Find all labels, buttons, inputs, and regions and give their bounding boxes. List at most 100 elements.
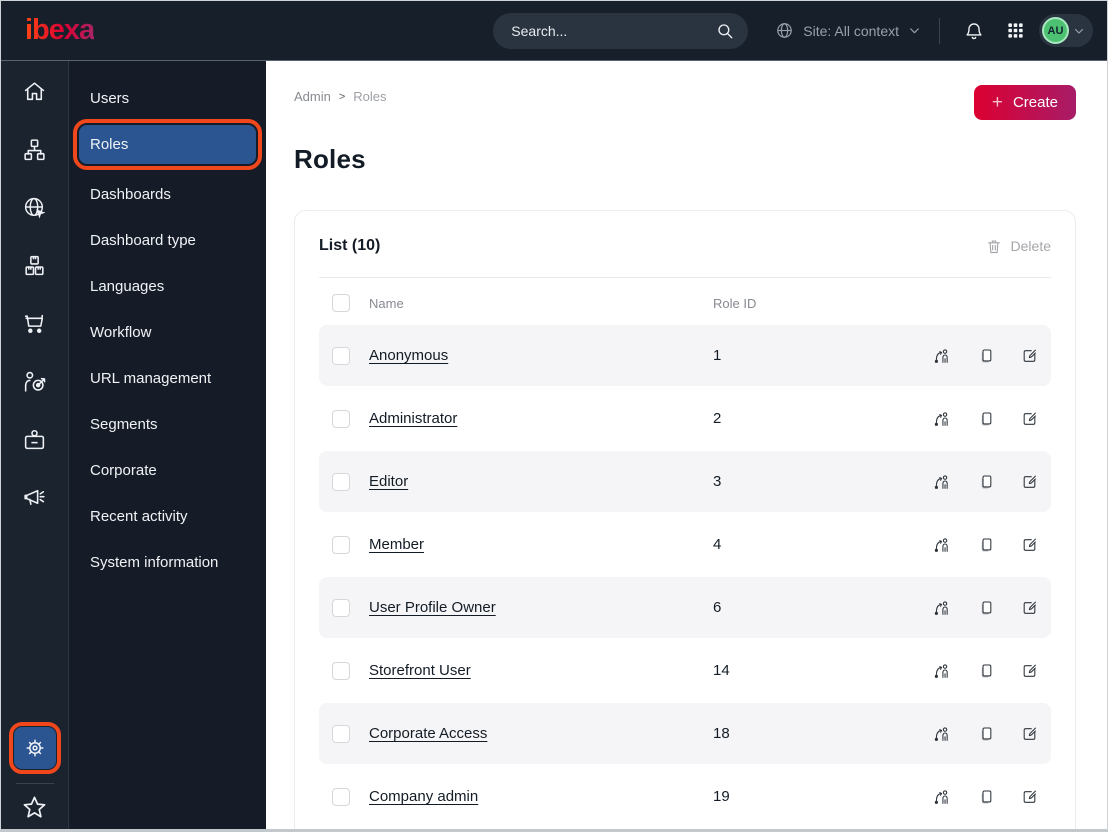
- sidebar-item-system-information[interactable]: System information: [79, 543, 256, 582]
- chevron-down-icon: [1073, 25, 1085, 37]
- sidebar-item-recent-activity[interactable]: Recent activity: [79, 497, 256, 536]
- breadcrumb: Admin > Roles: [294, 85, 387, 104]
- content-tree-icon[interactable]: [22, 137, 47, 162]
- role-name-link[interactable]: User Profile Owner: [369, 599, 694, 616]
- breadcrumb-admin[interactable]: Admin: [294, 89, 331, 104]
- table-row: Administrator 2: [319, 388, 1051, 449]
- home-icon[interactable]: [22, 79, 47, 104]
- edit-icon[interactable]: [1021, 788, 1038, 806]
- assign-user-icon[interactable]: [933, 599, 950, 617]
- copy-icon[interactable]: [977, 347, 994, 365]
- role-name-link[interactable]: Company admin: [369, 788, 694, 805]
- role-name-link[interactable]: Editor: [369, 473, 694, 490]
- bookmarks-star-icon[interactable]: [21, 794, 48, 821]
- role-id-cell: 6: [713, 599, 722, 616]
- edit-icon[interactable]: [1021, 410, 1038, 428]
- ibexa-logo[interactable]: ibexa: [25, 14, 95, 47]
- role-name-link[interactable]: Corporate Access: [369, 725, 694, 742]
- delete-button[interactable]: Delete: [986, 238, 1051, 255]
- roles-table-body: Anonymous 1 Administrator 2 Editor 3 Mem…: [319, 325, 1051, 827]
- role-id-cell: 2: [713, 410, 722, 427]
- page-title: Roles: [294, 144, 366, 174]
- copy-icon[interactable]: [977, 599, 994, 617]
- app-switcher-grid-icon[interactable]: [1000, 15, 1031, 46]
- row-checkbox[interactable]: [332, 598, 350, 617]
- assign-user-icon[interactable]: [933, 536, 950, 554]
- role-name-link[interactable]: Administrator: [369, 410, 694, 427]
- user-menu[interactable]: AU: [1039, 14, 1093, 47]
- edit-icon[interactable]: [1021, 536, 1038, 554]
- row-checkbox[interactable]: [332, 472, 350, 491]
- search-icon[interactable]: [716, 22, 734, 40]
- sidebar-item-roles[interactable]: Roles: [73, 119, 262, 170]
- assign-user-icon[interactable]: [933, 473, 950, 491]
- sidebar-item-dashboards[interactable]: Dashboards: [79, 175, 256, 214]
- create-button[interactable]: + Create: [973, 85, 1076, 120]
- avatar[interactable]: AU: [1042, 17, 1069, 44]
- edit-icon[interactable]: [1021, 347, 1038, 365]
- row-checkbox[interactable]: [332, 535, 350, 554]
- assign-user-icon[interactable]: [933, 347, 950, 365]
- role-id-cell: 14: [713, 662, 730, 679]
- role-name-link[interactable]: Member: [369, 536, 694, 553]
- edit-icon[interactable]: [1021, 599, 1038, 617]
- roles-list-card: List (10) Delete Name Role ID Anonymous …: [294, 210, 1076, 829]
- row-actions: [906, 662, 1038, 680]
- site-globe-icon[interactable]: [22, 195, 47, 220]
- assign-user-icon[interactable]: [933, 662, 950, 680]
- products-icon[interactable]: [22, 253, 47, 278]
- notifications-bell-icon[interactable]: [958, 15, 990, 47]
- campaign-megaphone-icon[interactable]: [22, 485, 47, 510]
- assign-user-icon[interactable]: [933, 788, 950, 806]
- site-context-selector[interactable]: Site: All context: [775, 21, 921, 40]
- row-checkbox[interactable]: [332, 409, 350, 428]
- copy-icon[interactable]: [977, 662, 994, 680]
- column-header-name: Name: [369, 295, 404, 311]
- copy-icon[interactable]: [977, 725, 994, 743]
- assign-user-icon[interactable]: [933, 725, 950, 743]
- role-name-link[interactable]: Storefront User: [369, 662, 694, 679]
- copy-icon[interactable]: [977, 788, 994, 806]
- sidebar-item-corporate[interactable]: Corporate: [79, 451, 256, 490]
- create-button-label: Create: [1012, 94, 1058, 111]
- app-window: ibexa Site: All context: [0, 0, 1108, 832]
- global-search[interactable]: [493, 12, 749, 49]
- role-name-link[interactable]: Anonymous: [369, 347, 694, 364]
- copy-icon[interactable]: [977, 473, 994, 491]
- sidebar-item-dashboard-type[interactable]: Dashboard type: [79, 221, 256, 260]
- row-checkbox[interactable]: [332, 661, 350, 680]
- admin-gear-icon[interactable]: [8, 722, 61, 774]
- sidebar-item-languages[interactable]: Languages: [79, 267, 256, 306]
- commerce-cart-icon[interactable]: [22, 311, 47, 336]
- edit-icon[interactable]: [1021, 473, 1038, 491]
- copy-icon[interactable]: [977, 536, 994, 554]
- site-context-label: Site: All context: [803, 22, 899, 39]
- select-all-checkbox[interactable]: [332, 294, 350, 312]
- assign-user-icon[interactable]: [933, 410, 950, 428]
- admin-sidebar: Users Roles Dashboards Dashboard type La…: [69, 61, 266, 829]
- row-checkbox[interactable]: [332, 787, 350, 806]
- edit-icon[interactable]: [1021, 725, 1038, 743]
- role-id-cell: 19: [713, 788, 730, 805]
- list-title: List (10): [319, 237, 381, 254]
- row-actions: [906, 536, 1038, 554]
- breadcrumb-separator: >: [338, 90, 346, 103]
- search-input[interactable]: [511, 22, 717, 39]
- rail-separator: [15, 783, 54, 784]
- sidebar-item-segments[interactable]: Segments: [79, 405, 256, 444]
- sidebar-item-url-management[interactable]: URL management: [79, 359, 256, 398]
- column-header-role-id: Role ID: [713, 295, 757, 311]
- globe-icon: [775, 21, 794, 40]
- table-row: Member 4: [319, 514, 1051, 575]
- row-checkbox[interactable]: [332, 724, 350, 743]
- copy-icon[interactable]: [977, 410, 994, 428]
- corporate-badge-icon[interactable]: [22, 427, 47, 452]
- table-row: Storefront User 14: [319, 640, 1051, 701]
- row-checkbox[interactable]: [332, 346, 350, 365]
- edit-icon[interactable]: [1021, 662, 1038, 680]
- sidebar-item-workflow[interactable]: Workflow: [79, 313, 256, 352]
- row-actions: [906, 473, 1038, 491]
- personalization-target-icon[interactable]: [22, 369, 47, 394]
- main-icon-rail: [1, 61, 69, 829]
- sidebar-item-users[interactable]: Users: [79, 79, 256, 118]
